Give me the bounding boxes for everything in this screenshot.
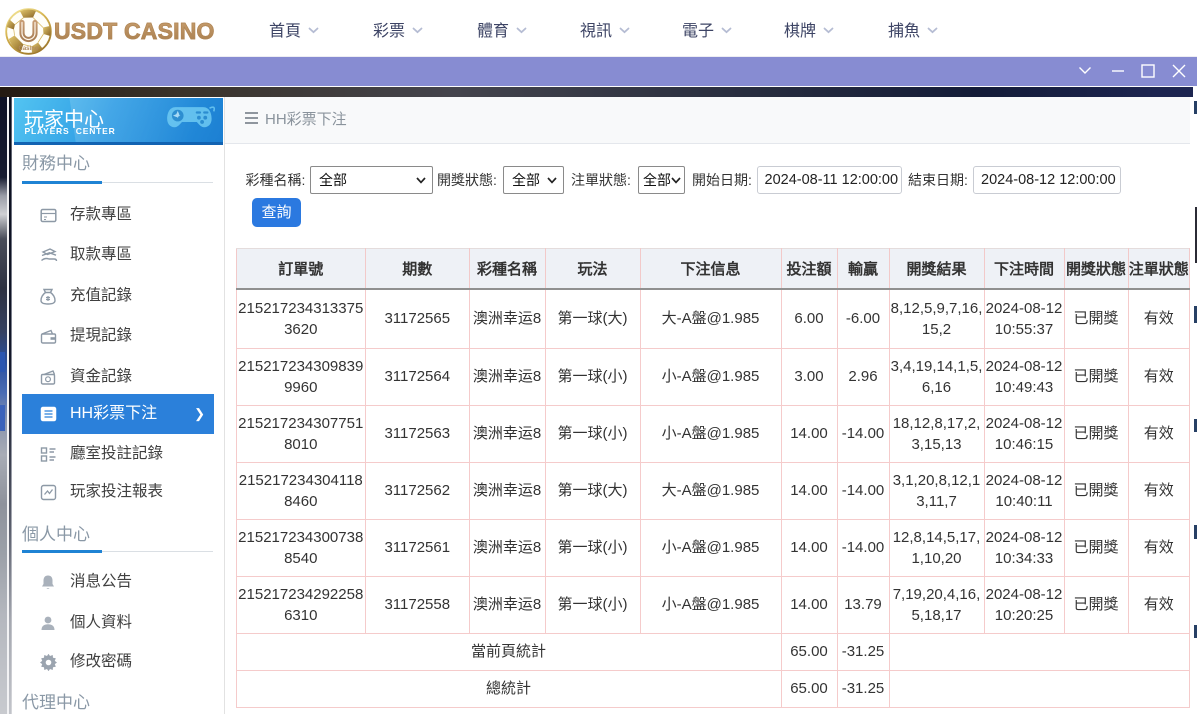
svg-text:Casino: Casino bbox=[18, 46, 38, 52]
